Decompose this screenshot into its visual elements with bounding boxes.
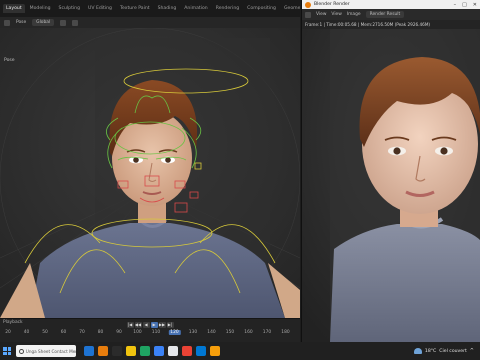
taskbar-app-icon[interactable] xyxy=(210,346,220,356)
frame-tick-label: 50 xyxy=(42,330,48,335)
render-window-titlebar: Blender Render – □ ✕ xyxy=(302,0,480,9)
workspace-tab[interactable]: Geometry Nodes xyxy=(281,4,300,13)
frame-tick-label: 150 xyxy=(225,330,235,335)
frame-tick-label: 140 xyxy=(207,330,216,335)
system-tray: 18°C Ciel couvert ^ xyxy=(413,348,480,354)
editor-type-icon[interactable] xyxy=(305,11,311,18)
transport-button[interactable]: ▶ xyxy=(150,321,158,328)
transport-button[interactable]: ▶| xyxy=(166,321,174,328)
taskbar-apps xyxy=(84,346,220,356)
menu-view-2[interactable]: View xyxy=(331,12,341,17)
transport-button[interactable]: ▶▶ xyxy=(158,321,166,328)
transport-button[interactable]: ◀◀ xyxy=(134,321,142,328)
chevron-up-icon[interactable]: ^ xyxy=(470,348,474,354)
taskbar-app-icon[interactable] xyxy=(140,346,150,356)
workspace-tab[interactable]: Compositing xyxy=(244,4,279,13)
snap-icon[interactable] xyxy=(60,19,67,26)
editor-type-icon[interactable] xyxy=(4,19,10,26)
workspace-tab[interactable]: Texture Paint xyxy=(117,4,153,13)
frame-tick-label: 70 xyxy=(79,330,85,335)
blender-main-window: Layout Modeling Sculpting UV Editing Texture… xyxy=(0,0,300,342)
taskbar-app-icon[interactable] xyxy=(182,346,192,356)
frame-tick-label: 40 xyxy=(23,330,30,335)
frame-tick-label: 80 xyxy=(97,330,104,335)
weather-condition[interactable]: Ciel couvert xyxy=(439,349,467,354)
render-image xyxy=(302,29,480,342)
transport-button[interactable]: ◀ xyxy=(142,321,150,328)
workspace-tabs: Layout Modeling Sculpting UV Editing Texture… xyxy=(0,0,300,17)
render-info-bar: Frame:1 | Time:00:05.68 | Mem:2716.50M (… xyxy=(302,20,480,29)
render-slot-dropdown[interactable]: Render Result xyxy=(365,11,405,18)
taskbar-app-icon[interactable] xyxy=(98,346,108,356)
frame-tick-label: 90 xyxy=(116,330,122,335)
workspace-tab[interactable]: Rendering xyxy=(213,4,242,13)
workspace-tab[interactable]: Layout xyxy=(3,4,25,13)
taskbar-app-icon[interactable] xyxy=(112,346,122,356)
frame-tick-label: 160 xyxy=(244,330,253,335)
frame-ruler[interactable]: 20 40 50 60 70 80 90 100 110 120 130 140 150 160 170 18… xyxy=(0,330,300,338)
render-result-image[interactable] xyxy=(302,29,480,342)
3d-viewport[interactable]: Pose xyxy=(0,28,300,318)
start-button[interactable] xyxy=(0,342,14,360)
timeline-editor: Playback |◀ ◀◀ ◀ ▶ ▶▶ ▶| 20 40 50 60 70 80 90 100 110… xyxy=(0,318,300,342)
frame-tick-label: 20 xyxy=(5,330,11,335)
frame-tick-label: 130 xyxy=(188,330,198,335)
transport-controls: |◀ ◀◀ ◀ ▶ ▶▶ ▶| xyxy=(0,320,300,329)
frame-tick-label: 100 xyxy=(133,330,142,335)
cloud-icon xyxy=(413,348,422,354)
menu-image[interactable]: Image xyxy=(347,12,361,17)
taskbar-app-icon[interactable] xyxy=(154,346,164,356)
windows-logo-icon xyxy=(3,347,11,355)
object-mode-dropdown[interactable]: Pose xyxy=(16,20,26,25)
frame-tick-label: 120 xyxy=(168,330,181,335)
viewport-scene xyxy=(0,28,300,318)
viewport-mode-label: Pose xyxy=(4,58,15,63)
workspace-tab[interactable]: UV Editing xyxy=(85,4,115,13)
taskbar-app-icon[interactable] xyxy=(84,346,94,356)
taskbar-app-icon[interactable] xyxy=(168,346,178,356)
frame-tick-label: 170 xyxy=(262,330,272,335)
windows-taskbar: Unga Sheet Contact Menu 18°C Ciel couver… xyxy=(0,342,480,360)
render-window: Blender Render – □ ✕ View View Image Ren… xyxy=(301,0,480,342)
minimize-icon[interactable]: – xyxy=(454,2,457,8)
workspace-tab[interactable]: Shading xyxy=(155,4,180,13)
blender-logo-icon xyxy=(305,1,311,8)
workspace-tab[interactable]: Modeling xyxy=(27,4,54,13)
window-controls: – □ ✕ xyxy=(454,2,480,8)
viewport-header: Pose Global xyxy=(0,17,300,28)
search-placeholder: Unga Sheet Contact Menu xyxy=(25,348,76,354)
orientation-dropdown[interactable]: Global xyxy=(32,19,55,26)
maximize-icon[interactable]: □ xyxy=(462,2,467,8)
taskbar-app-icon[interactable] xyxy=(126,346,136,356)
workspace-tab[interactable]: Animation xyxy=(181,4,210,13)
frame-tick-label: 60 xyxy=(60,330,67,335)
render-window-title: Blender Render xyxy=(314,2,350,7)
weather-temp[interactable]: 18°C xyxy=(425,349,436,354)
close-icon[interactable]: ✕ xyxy=(473,2,477,8)
frame-tick-label: 110 xyxy=(151,330,161,335)
transport-button[interactable]: |◀ xyxy=(126,321,134,328)
taskbar-app-icon[interactable] xyxy=(196,346,206,356)
frame-tick-label: 180 xyxy=(281,330,290,335)
proportional-edit-icon[interactable] xyxy=(72,19,79,26)
image-editor-header: View View Image Render Result xyxy=(302,9,480,20)
menu-view[interactable]: View xyxy=(316,12,326,17)
search-icon xyxy=(19,348,24,354)
taskbar-search[interactable]: Unga Sheet Contact Menu xyxy=(16,345,76,357)
workspace-tab[interactable]: Sculpting xyxy=(56,4,83,13)
